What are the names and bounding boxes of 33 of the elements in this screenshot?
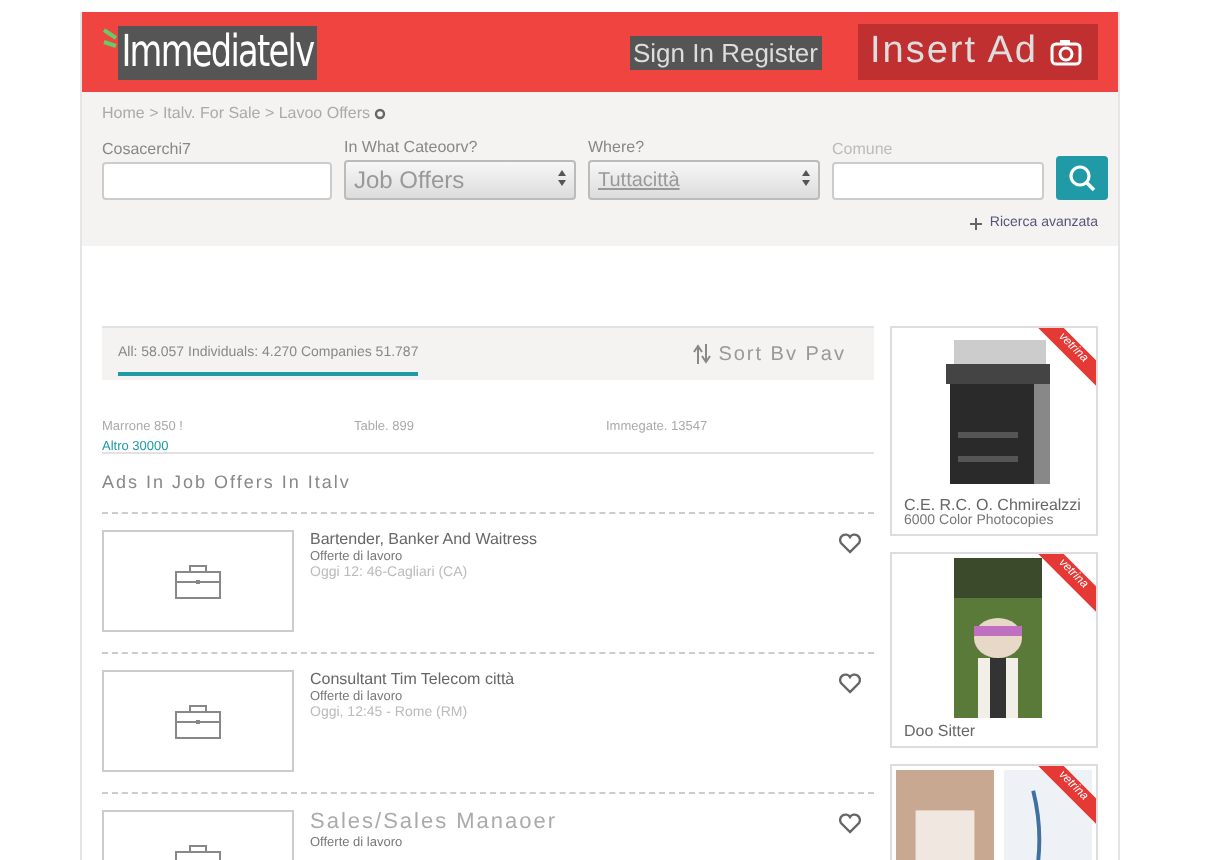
section-title: Ads In Job Offers In Italv [102, 470, 353, 496]
briefcase-icon [174, 563, 222, 599]
card-title[interactable]: Doo Sitter [896, 718, 1092, 740]
camera-icon [1050, 38, 1082, 66]
field-label: Cosacerchi7 [102, 140, 193, 158]
ad-title[interactable]: Bartender, Banker And Waitress [310, 530, 822, 548]
sign-in-link[interactable]: Sign In Register [629, 35, 822, 69]
site-logo[interactable]: Immediatelv [118, 25, 317, 79]
search-icon [1068, 164, 1096, 192]
heart-icon [838, 532, 862, 554]
plus-icon [969, 217, 982, 229]
sort-icon [692, 344, 713, 364]
heart-icon [838, 672, 862, 694]
ad-title[interactable]: Consultant Tim Telecom città [310, 670, 822, 688]
heart-icon [838, 812, 862, 834]
category-select[interactable]: Job Offers [344, 160, 576, 200]
dropdown-icon [802, 170, 810, 186]
ad-title[interactable]: Sales/Sales Manaoer [310, 810, 822, 834]
breadcrumb[interactable]: Home > Italv. For Sale > Lavoo Offers [102, 104, 370, 122]
comune-field[interactable] [832, 162, 1044, 200]
dropdown-icon [558, 170, 566, 186]
info-icon [374, 107, 386, 119]
sort-button[interactable]: Sort Bv Pav [680, 341, 858, 367]
insert-ad-button[interactable]: Insert Ad [858, 24, 1098, 80]
card-title[interactable]: C.E. R.C. O. Chmirealzzi [896, 492, 1092, 514]
field-label: Comune [832, 140, 895, 158]
field-label: Where? [588, 138, 647, 156]
field-label: In What Cateoorv? [344, 138, 480, 156]
location-select[interactable]: Tuttacittà [588, 160, 820, 200]
search-field[interactable] [102, 162, 332, 200]
leaf-icon [102, 25, 118, 53]
briefcase-icon [174, 703, 222, 739]
search-button[interactable] [1056, 156, 1108, 200]
